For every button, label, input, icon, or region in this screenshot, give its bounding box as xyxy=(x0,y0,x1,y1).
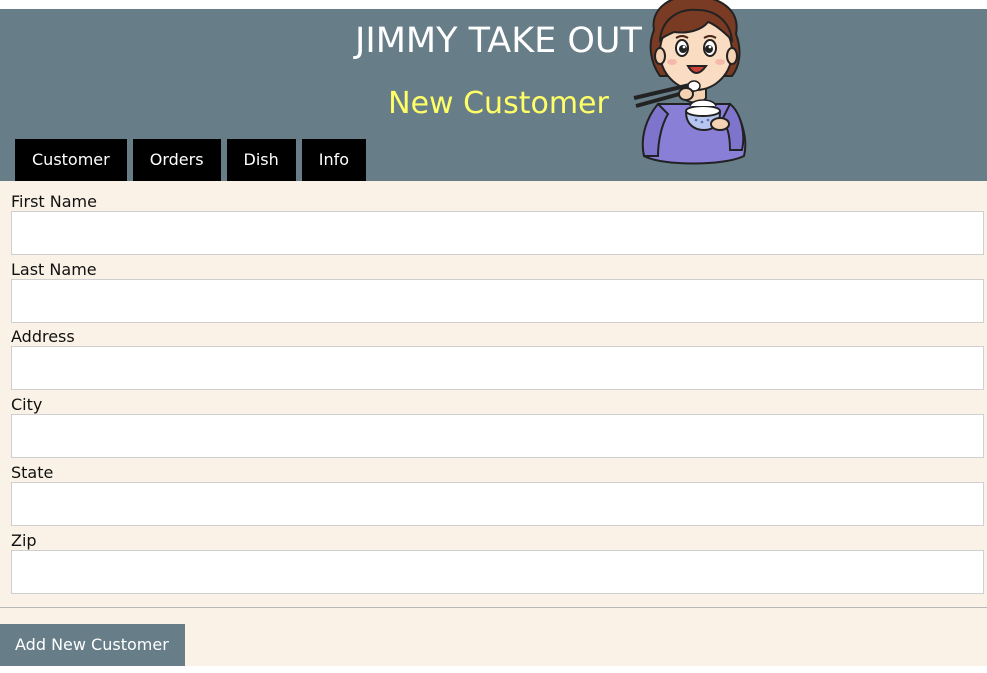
last-name-field-group: Last Name xyxy=(11,260,984,323)
form-divider xyxy=(0,607,987,608)
tab-customer[interactable]: Customer xyxy=(15,139,127,181)
zip-input[interactable] xyxy=(11,550,984,594)
main-nav: Customer Orders Dish Info xyxy=(15,139,367,181)
header-banner: JIMMY TAKE OUT New Customer Customer Ord… xyxy=(0,0,987,181)
tab-orders[interactable]: Orders xyxy=(132,139,221,181)
state-field-group: State xyxy=(11,463,984,526)
girl-eating-rice-illustration xyxy=(633,0,747,165)
state-input[interactable] xyxy=(11,482,984,526)
zip-label: Zip xyxy=(11,531,37,550)
first-name-input[interactable] xyxy=(11,211,984,255)
last-name-input[interactable] xyxy=(11,279,984,323)
address-label: Address xyxy=(11,327,75,346)
add-new-customer-button[interactable]: Add New Customer xyxy=(0,624,185,666)
address-field-group: Address xyxy=(11,327,984,390)
city-field-group: City xyxy=(11,395,984,458)
customer-form: First Name Last Name Address City State … xyxy=(0,181,987,666)
page: JIMMY TAKE OUT New Customer Customer Ord… xyxy=(0,0,987,673)
page-heading: New Customer xyxy=(388,86,609,121)
city-label: City xyxy=(11,395,43,414)
last-name-label: Last Name xyxy=(11,260,97,279)
first-name-field-group: First Name xyxy=(11,192,984,255)
tab-dish[interactable]: Dish xyxy=(226,139,296,181)
brand-title: JIMMY TAKE OUT xyxy=(355,21,642,61)
zip-field-group: Zip xyxy=(11,531,984,594)
city-input[interactable] xyxy=(11,414,984,458)
first-name-label: First Name xyxy=(11,192,97,211)
address-input[interactable] xyxy=(11,346,984,390)
tab-info[interactable]: Info xyxy=(301,139,367,181)
state-label: State xyxy=(11,463,54,482)
